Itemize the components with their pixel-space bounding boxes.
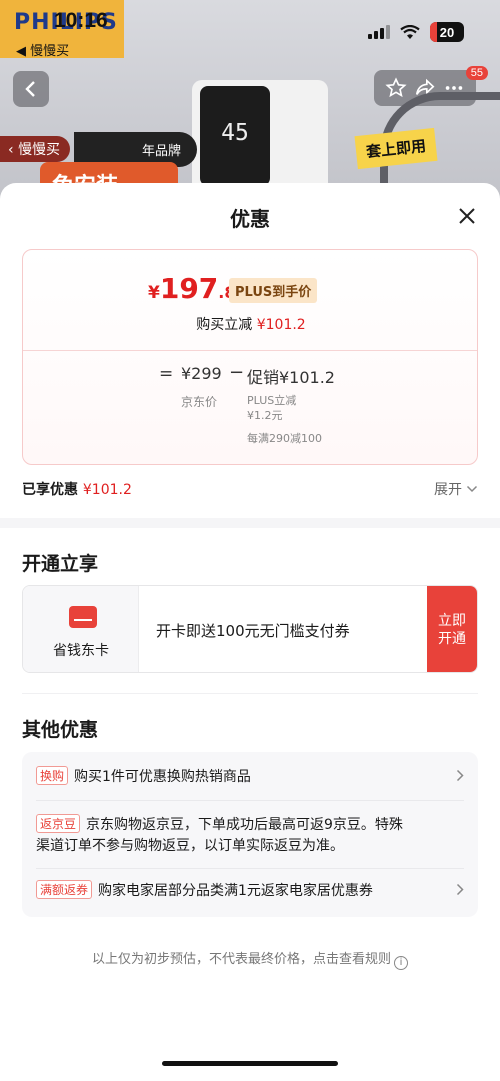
other-offers-list: 换购 购买1件可优惠换购热销商品 返京豆 京东购物返京豆，下单成功后最高可返9京豆。… — [22, 752, 478, 917]
savings-card-label: 省钱东卡 — [53, 643, 109, 659]
section-gap — [0, 518, 500, 528]
savings-card-description: 开卡即送100元无门槛支付券 — [156, 622, 350, 640]
base-price-value: ¥299 — [181, 364, 222, 383]
offer-text: 购家电家居部分品类满1元返家电家居优惠券 — [98, 883, 373, 899]
price-formula: = ¥299 京东价 − 促销¥101.2 PLUS立减 ¥1.2元 每满290… — [23, 360, 477, 460]
sheet-title: 优惠 — [230, 207, 270, 231]
offer-text: 渠道订单不参与购物返豆，以订单实际返豆为准。 — [36, 838, 344, 854]
rules-link[interactable]: 以上仅为初步预估，不代表最终价格，点击查看规则 i — [0, 948, 500, 970]
back-to-app-link[interactable]: ◀ 慢慢买 — [16, 40, 69, 59]
star-icon[interactable] — [385, 77, 407, 99]
price-breakdown-card: ¥197.8 PLUS到手价 购买立减 ¥101.2 = ¥299 京东价 − … — [22, 249, 478, 465]
wifi-icon — [400, 24, 420, 40]
final-price: ¥197.8 — [148, 272, 236, 305]
chevron-right-icon — [456, 883, 464, 896]
chevron-left-icon — [25, 81, 35, 97]
offer-text: 购买1件可优惠换购热销商品 — [74, 769, 251, 785]
device-display: 45 — [200, 86, 270, 186]
promo-detail: PLUS立减 — [247, 394, 297, 407]
enjoyed-discount: 已享优惠 ¥101.2 — [22, 482, 132, 498]
cart-count-badge: 55 — [465, 66, 488, 80]
open-now-button[interactable]: 立即开通 — [427, 586, 477, 672]
offer-item-jingdou: 返京豆 京东购物返京豆，下单成功后最高可返9京豆。特殊 渠道订单不参与购物返豆，以… — [36, 814, 464, 857]
open-section-title: 开通立享 — [22, 553, 99, 575]
purchase-reduction: 购买立减 ¥101.2 — [196, 317, 306, 333]
savings-card-tile: 省钱东卡 — [23, 586, 139, 672]
card-icon — [69, 606, 97, 628]
offer-tag: 返京豆 — [36, 814, 81, 833]
back-button[interactable] — [13, 71, 49, 107]
promo-detail: ¥1.2元 — [247, 409, 283, 422]
promo-value: 促销¥101.2 — [247, 368, 335, 387]
divider — [36, 868, 464, 869]
final-price-block: ¥197.8 PLUS到手价 购买立减 ¥101.2 — [23, 250, 477, 350]
minus-sign: − — [229, 362, 245, 383]
discount-sheet: 优惠 ¥197.8 PLUS到手价 购买立减 ¥101.2 = ¥299 京东价… — [0, 183, 500, 1081]
chevron-right-icon — [456, 769, 464, 782]
status-time: 10:16 — [54, 9, 108, 32]
divider — [23, 350, 477, 351]
info-icon: i — [394, 956, 408, 970]
offer-tag: 换购 — [36, 766, 69, 785]
close-button[interactable] — [456, 205, 478, 227]
cellular-signal-icon — [368, 25, 390, 39]
equals-sign: = — [159, 364, 174, 384]
floating-app-tag[interactable]: ‹ 慢慢买 — [0, 136, 71, 162]
divider — [36, 800, 464, 801]
status-icons: 20 — [368, 22, 464, 42]
promo-detail: 每满290减100 — [247, 432, 322, 445]
other-section-title: 其他优惠 — [22, 719, 99, 741]
plus-price-badge: PLUS到手价 — [229, 278, 318, 303]
offer-text: 京东购物返京豆，下单成功后最高可返9京豆。特殊 — [86, 817, 403, 833]
home-indicator — [162, 1061, 338, 1066]
offer-item-coupon[interactable]: 满额返券 购家电家居部分品类满1元返家电家居优惠券 — [36, 880, 464, 900]
close-icon — [459, 208, 475, 224]
savings-card-offer[interactable]: 省钱东卡 开卡即送100元无门槛支付券 立即开通 — [22, 585, 478, 673]
chevron-down-icon — [466, 485, 478, 493]
divider — [22, 693, 478, 694]
expand-button[interactable]: 展开 — [434, 479, 478, 499]
offer-tag: 满额返券 — [36, 880, 93, 899]
battery-icon: 20 — [430, 22, 464, 42]
offer-item-exchange[interactable]: 换购 购买1件可优惠换购热销商品 — [36, 766, 464, 786]
base-price-label: 京东价 — [181, 395, 218, 409]
